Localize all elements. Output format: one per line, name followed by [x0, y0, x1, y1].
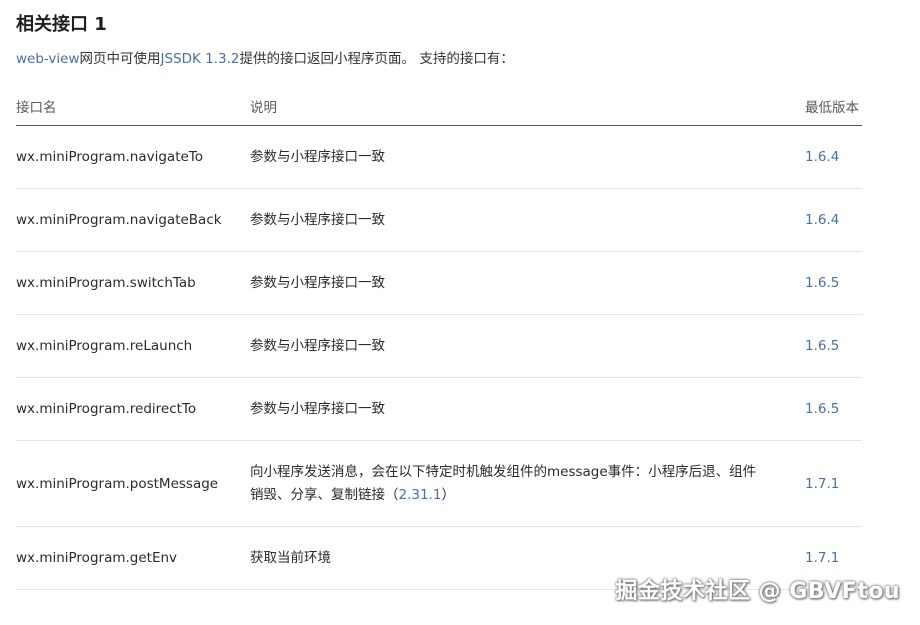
intro-paragraph: web-view网页中可使用JSSDK 1.3.2提供的接口返回小程序页面。 支…: [16, 47, 514, 67]
column-header-version: 最低版本: [805, 86, 862, 126]
api-version-link[interactable]: 1.6.4: [805, 125, 862, 189]
api-description: 参数与小程序接口一致: [250, 125, 805, 189]
api-description: 向小程序发送消息，会在以下特定时机触发组件的message事件：小程序后退、组件…: [250, 440, 805, 527]
table-row: wx.miniProgram.reLaunch 参数与小程序接口一致 1.6.5: [16, 314, 862, 378]
intro-text-2: 提供的接口返回小程序页面。 支持的接口有：: [239, 51, 514, 67]
api-description-text: 向小程序发送消息，会在以下特定时机触发组件的message事件：小程序后退、组件…: [250, 463, 757, 503]
api-name: wx.miniProgram.getEnv: [16, 526, 250, 590]
table-header-row: 接口名 说明 最低版本: [16, 86, 862, 126]
jssdk-link[interactable]: JSSDK 1.3.2: [161, 51, 240, 67]
api-description: 参数与小程序接口一致: [250, 377, 805, 441]
api-name: wx.miniProgram.navigateBack: [16, 188, 250, 252]
watermark: 掘金技术社区 @ GBVFtou: [615, 579, 900, 604]
api-description-tail: ）: [441, 486, 455, 503]
table-row: wx.miniProgram.postMessage 向小程序发送消息，会在以下…: [16, 440, 862, 527]
api-version-link[interactable]: 1.7.1: [805, 440, 862, 527]
intro-text-1: 网页中可使用: [79, 51, 161, 67]
column-header-desc: 说明: [250, 86, 805, 126]
api-version-link[interactable]: 1.6.4: [805, 188, 862, 252]
api-name: wx.miniProgram.switchTab: [16, 251, 250, 315]
api-name: wx.miniProgram.redirectTo: [16, 377, 250, 441]
api-name: wx.miniProgram.reLaunch: [16, 314, 250, 378]
api-name: wx.miniProgram.postMessage: [16, 440, 250, 527]
web-view-link[interactable]: web-view: [16, 51, 80, 67]
table-row: wx.miniProgram.switchTab 参数与小程序接口一致 1.6.…: [16, 251, 862, 315]
table-row: wx.miniProgram.navigateTo 参数与小程序接口一致 1.6…: [16, 125, 862, 189]
api-description: 参数与小程序接口一致: [250, 188, 805, 252]
table-row: wx.miniProgram.navigateBack 参数与小程序接口一致 1…: [16, 188, 862, 252]
version-link[interactable]: 2.31.1: [399, 487, 442, 503]
column-header-name: 接口名: [16, 86, 250, 126]
api-name: wx.miniProgram.navigateTo: [16, 125, 250, 189]
api-description: 参数与小程序接口一致: [250, 251, 805, 315]
api-version-link[interactable]: 1.6.5: [805, 377, 862, 441]
table-row: wx.miniProgram.redirectTo 参数与小程序接口一致 1.6…: [16, 377, 862, 441]
api-version-link[interactable]: 1.6.5: [805, 251, 862, 315]
api-description: 参数与小程序接口一致: [250, 314, 805, 378]
section-heading: 相关接口 1: [16, 14, 107, 35]
api-table: 接口名 说明 最低版本 wx.miniProgram.navigateTo 参数…: [16, 86, 862, 590]
api-version-link[interactable]: 1.6.5: [805, 314, 862, 378]
